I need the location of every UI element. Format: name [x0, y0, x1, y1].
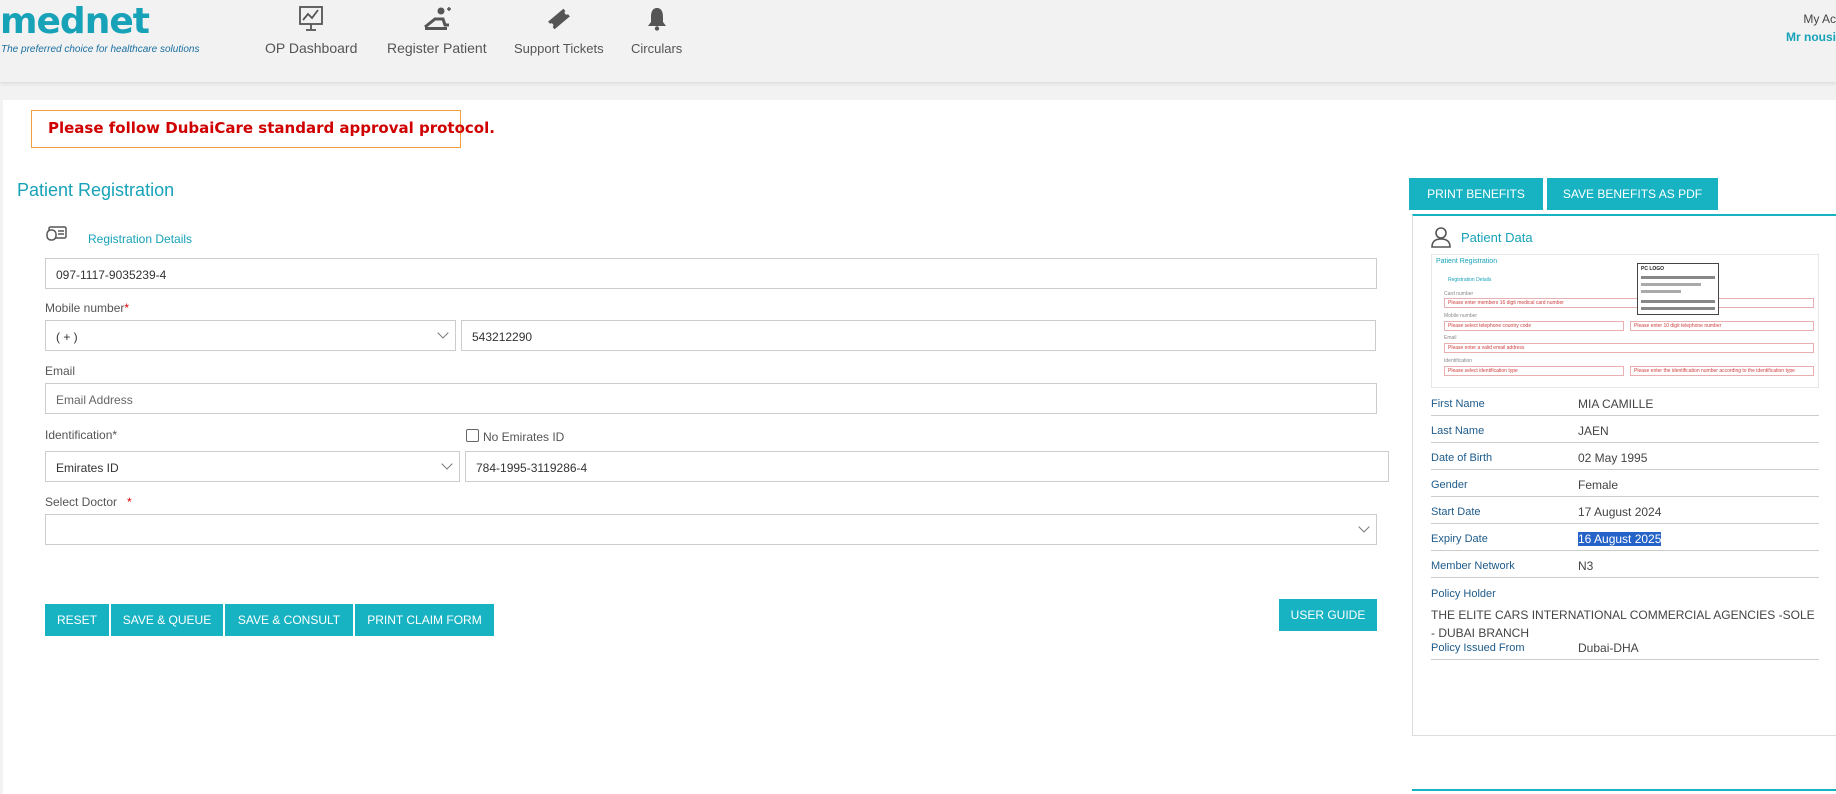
member-network-value: N3	[1578, 559, 1594, 573]
member-network-key: Member Network	[1431, 560, 1515, 572]
country-code-select[interactable]: ( + )	[45, 320, 456, 351]
thumb-card-image: PC LOGO	[1637, 263, 1719, 315]
card-icon	[46, 226, 67, 241]
account-label: My Ac	[1803, 12, 1836, 26]
reset-button[interactable]: RESET	[45, 604, 109, 636]
mednet-logo[interactable]: mednet The preferred choice for healthca…	[0, 1, 200, 56]
account-name: Mr nousi	[1786, 30, 1836, 44]
id-type-select[interactable]: Emirates ID	[45, 451, 460, 482]
registration-details-label: Registration Details	[88, 232, 193, 246]
first-name-value: MIA CAMILLE	[1578, 397, 1654, 411]
thumb-card-label: Card number	[1444, 291, 1474, 297]
row-expiry-date: Expiry Date 16 August 2025	[1431, 528, 1819, 551]
select-doctor-label: Select Doctor *	[45, 495, 132, 509]
mobile-number-label: Mobile number*	[45, 301, 130, 315]
id-type-value: Emirates ID	[56, 461, 119, 475]
panel-divider	[1412, 789, 1836, 791]
chart-monitor-icon	[299, 6, 324, 31]
policy-holder-key: Policy Holder	[1431, 588, 1496, 600]
chevron-down-icon	[441, 458, 453, 470]
mobile-number-input[interactable]: 543212290	[461, 320, 1376, 351]
nav-label: Support Tickets	[514, 41, 604, 56]
thumb-mobile-hint-b: Please enter 10 digit telephone number	[1630, 321, 1814, 331]
nav-register-patient[interactable]: Register Patient	[387, 4, 487, 58]
patient-data-panel: Patient Data Patient Registration Regist…	[1412, 214, 1836, 736]
register-patient-icon	[423, 7, 451, 30]
save-queue-button[interactable]: SAVE & QUEUE	[111, 604, 223, 636]
page-title: Patient Registration	[17, 180, 175, 200]
dob-key: Date of Birth	[1431, 452, 1493, 464]
thumb-id-hint-b: Please enter the identification number a…	[1630, 366, 1814, 376]
row-last-name: Last Name JAEN	[1431, 420, 1819, 443]
thumb-mobile-label: Mobile number	[1444, 313, 1478, 319]
dob-value: 02 May 1995	[1578, 451, 1648, 465]
nav-label: Circulars	[631, 41, 683, 56]
thumb-card-logo: PC LOGO	[1641, 266, 1665, 272]
thumb-section: Registration Details	[1448, 277, 1492, 283]
policy-issued-value: Dubai-DHA	[1578, 641, 1639, 655]
save-consult-button[interactable]: SAVE & CONSULT	[225, 604, 353, 636]
policy-issued-key: Policy Issued From	[1431, 642, 1525, 654]
thumb-title: Patient Registration	[1436, 258, 1498, 265]
row-first-name: First Name MIA CAMILLE	[1431, 393, 1819, 416]
thumb-card-hint: Please enter members 16 digit medical ca…	[1444, 298, 1814, 308]
start-date-value: 17 August 2024	[1578, 505, 1662, 519]
email-label: Email	[45, 364, 76, 378]
account-menu[interactable]: My Ac Mr nousi	[1786, 12, 1836, 44]
required-mark: *	[127, 495, 132, 509]
no-emirates-id-checkbox[interactable]	[466, 429, 479, 442]
thumb-id-hint-a: Please select identification type	[1444, 366, 1624, 376]
thumb-email-label: Email	[1444, 335, 1457, 341]
start-date-key: Start Date	[1431, 506, 1481, 518]
gender-key: Gender	[1431, 479, 1468, 491]
id-number-input[interactable]: 784-1995-3119286-4	[465, 451, 1389, 482]
row-start-date: Start Date 17 August 2024	[1431, 501, 1819, 524]
thumb-mobile-hint-a: Please select telephone country code	[1444, 321, 1624, 331]
bell-icon	[647, 8, 666, 31]
expiry-date-value[interactable]: 16 August 2025	[1578, 532, 1662, 546]
select-doctor-dropdown[interactable]	[45, 514, 1377, 545]
nav-label: Register Patient	[387, 40, 487, 56]
user-guide-button[interactable]: USER GUIDE	[1279, 599, 1377, 631]
row-gender: Gender Female	[1431, 474, 1819, 497]
nav-support-tickets[interactable]: Support Tickets	[514, 4, 604, 58]
protocol-notice: Please follow DubaiCare standard approva…	[31, 110, 495, 148]
chevron-down-icon	[1358, 521, 1370, 533]
save-benefits-pdf-button[interactable]: SAVE BENEFITS AS PDF	[1547, 178, 1718, 210]
no-emirates-id-label: No Emirates ID	[483, 430, 565, 444]
nav-op-dashboard[interactable]: OP Dashboard	[265, 4, 357, 58]
identification-label: Identification*	[45, 428, 118, 442]
thumb-id-label: Identification	[1444, 358, 1473, 364]
print-benefits-button[interactable]: PRINT BENEFITS	[1409, 178, 1543, 210]
required-mark: *	[124, 301, 130, 315]
print-claim-form-button[interactable]: PRINT CLAIM FORM	[355, 604, 494, 636]
top-header: mednet The preferred choice for healthca…	[0, 0, 1836, 83]
logo-text: mednet	[0, 1, 150, 42]
patient-data-title: Patient Data	[1461, 230, 1533, 245]
logo-tagline: The preferred choice for healthcare solu…	[1, 44, 200, 55]
ticket-icon	[547, 8, 570, 30]
user-icon	[1431, 227, 1451, 248]
email-input[interactable]: Email Address	[45, 383, 1377, 414]
nav-circulars[interactable]: Circulars	[631, 4, 682, 58]
last-name-value: JAEN	[1578, 424, 1609, 438]
row-policy-issued: Policy Issued From Dubai-DHA	[1431, 630, 1819, 660]
card-number-input[interactable]: 097-1117-9035239-4	[45, 258, 1377, 289]
gender-value: Female	[1578, 478, 1619, 492]
first-name-key: First Name	[1431, 398, 1485, 410]
expiry-date-key: Expiry Date	[1431, 533, 1488, 545]
row-member-network: Member Network N3	[1431, 555, 1819, 578]
thumb-email-hint: Please enter a valid email address	[1444, 343, 1814, 353]
registration-guide-image: Patient Registration Registration Detail…	[1431, 254, 1819, 388]
nav-label: OP Dashboard	[265, 40, 358, 56]
chevron-down-icon	[437, 327, 449, 339]
last-name-key: Last Name	[1431, 425, 1485, 437]
country-code-value: ( + )	[56, 330, 78, 344]
row-date-of-birth: Date of Birth 02 May 1995	[1431, 447, 1819, 470]
